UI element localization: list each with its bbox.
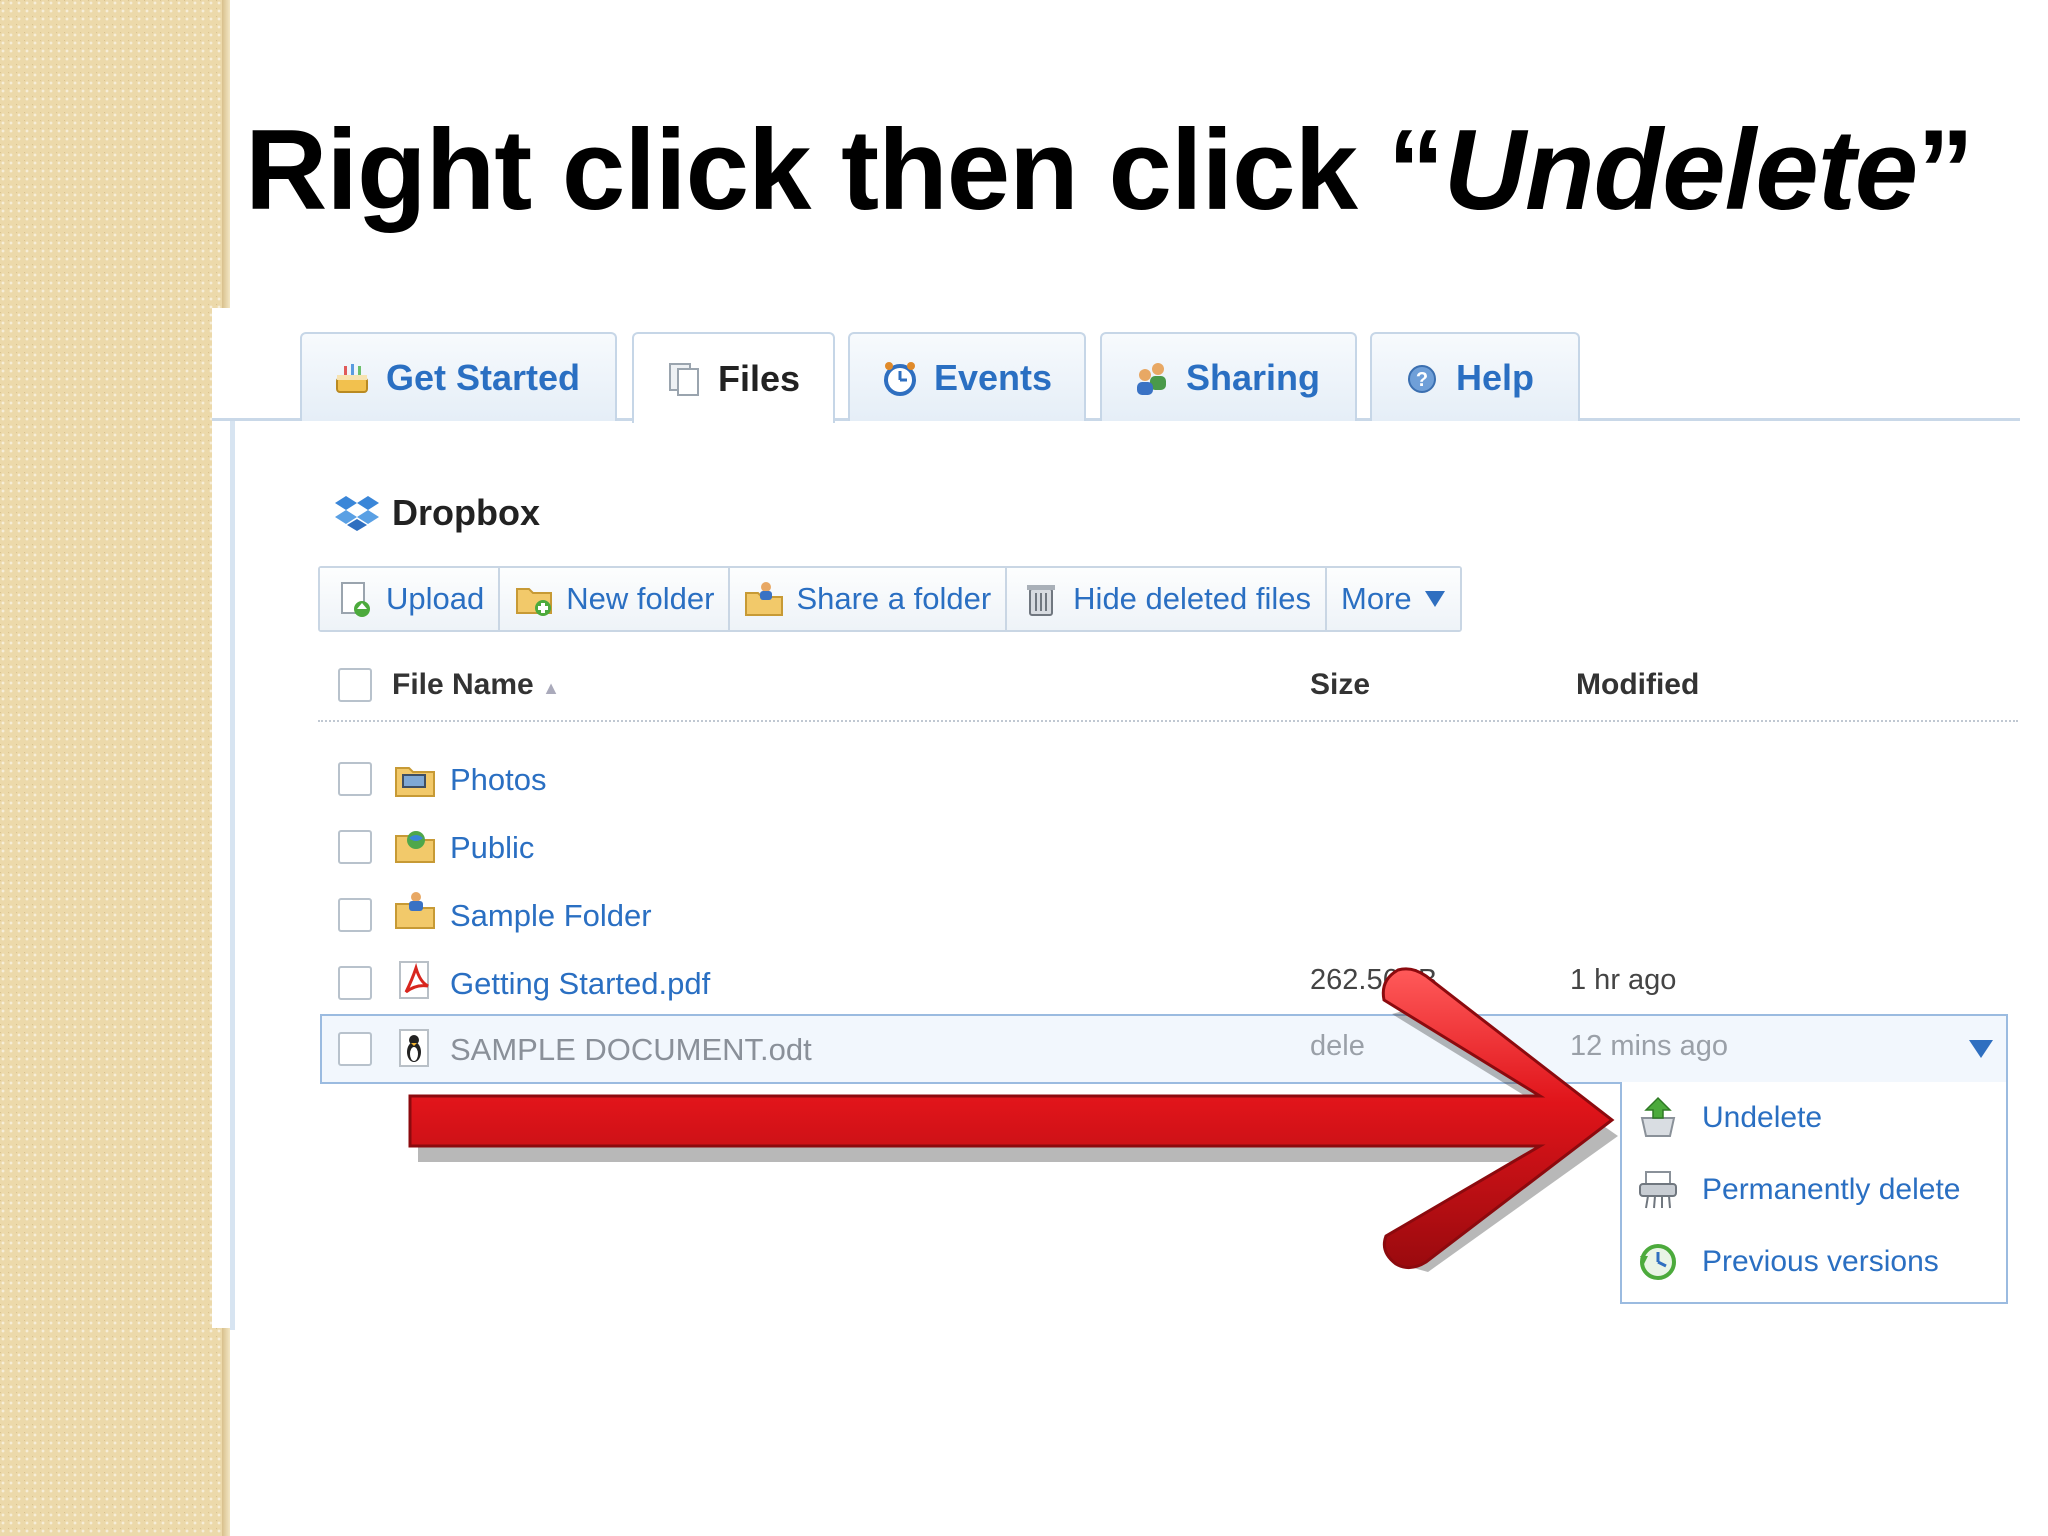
file-modified: 1 hr ago xyxy=(1570,964,1677,996)
shredder-icon xyxy=(1639,1171,1677,1209)
clock-icon xyxy=(884,361,916,396)
header-divider xyxy=(318,720,2018,722)
hide-deleted-label: Hide deleted files xyxy=(1073,581,1311,616)
selected-table-row[interactable]: SAMPLE DOCUMENT.odt dele 12 mins ago xyxy=(320,1014,2008,1084)
more-dropdown[interactable]: More xyxy=(1327,568,1460,630)
slide-title: Right click then click “Undelete” xyxy=(245,107,1974,234)
cake-icon xyxy=(336,363,368,393)
more-label: More xyxy=(1341,581,1412,616)
tab-files[interactable]: Files xyxy=(632,332,835,423)
upload-label: Upload xyxy=(386,581,485,616)
size-column-header[interactable]: Size xyxy=(1310,668,1370,718)
trash-icon xyxy=(1027,585,1056,616)
tab-help[interactable]: ? Help xyxy=(1370,332,1580,421)
file-name-link[interactable]: Photos xyxy=(450,762,547,798)
file-name-link[interactable]: Public xyxy=(450,830,534,866)
odt-icon xyxy=(399,1029,429,1067)
previous-versions-label: Previous versions xyxy=(1702,1245,1939,1278)
row-checkbox[interactable] xyxy=(338,898,372,932)
row-checkbox[interactable] xyxy=(338,762,372,796)
file-name-link[interactable]: Getting Started.pdf xyxy=(450,966,710,1002)
share-folder-icon xyxy=(745,582,784,616)
pdf-icon xyxy=(399,961,429,999)
undelete-label: Undelete xyxy=(1702,1101,1823,1134)
permanently-delete-menu-item[interactable]: Permanently delete xyxy=(1636,1168,1961,1212)
tab-label: Sharing xyxy=(1186,356,1321,398)
file-name-link[interactable]: Sample Folder xyxy=(450,898,652,934)
previous-versions-menu-item[interactable]: Previous versions xyxy=(1636,1240,1939,1284)
row-checkbox[interactable] xyxy=(338,830,372,864)
file-toolbar: Upload New folder Share a folder Hide de… xyxy=(318,566,1462,632)
file-modified: 12 mins ago xyxy=(1570,1030,1728,1062)
hide-deleted-files-button[interactable]: Hide deleted files xyxy=(1007,568,1327,630)
file-size: 262.56KB xyxy=(1310,964,1438,996)
share-folder-label: Share a folder xyxy=(796,581,992,616)
history-icon xyxy=(1640,1244,1676,1280)
tab-get-started[interactable]: Get Started xyxy=(300,332,617,421)
decorative-side-strip xyxy=(0,0,228,1536)
photo-folder-icon xyxy=(395,767,435,797)
undelete-icon xyxy=(1640,1096,1676,1137)
dropbox-icon xyxy=(335,496,379,531)
tab-label: Get Started xyxy=(386,356,581,398)
svg-text:?: ? xyxy=(1416,369,1428,391)
breadcrumb-label: Dropbox xyxy=(392,492,540,533)
share-folder-button[interactable]: Share a folder xyxy=(730,568,1008,630)
panel-left-border xyxy=(230,420,235,1330)
sort-ascending-icon: ▲ xyxy=(542,678,560,698)
row-menu-chevron-icon[interactable] xyxy=(1968,1038,1994,1060)
public-folder-icon xyxy=(395,831,435,863)
upload-button[interactable]: Upload xyxy=(320,568,501,630)
row-checkbox[interactable] xyxy=(338,966,372,1000)
people-icon xyxy=(1137,362,1166,395)
files-icon xyxy=(669,362,699,396)
undelete-menu-item[interactable]: Undelete xyxy=(1636,1096,1822,1140)
new-folder-label: New folder xyxy=(566,581,715,616)
help-icon: ? xyxy=(1408,364,1436,393)
tab-sharing[interactable]: Sharing xyxy=(1100,332,1357,421)
row-checkbox[interactable] xyxy=(338,1032,372,1066)
modified-column-header[interactable]: Modified xyxy=(1576,668,1699,718)
tab-label: Help xyxy=(1456,356,1535,398)
tab-label: Files xyxy=(718,357,801,399)
tab-events[interactable]: Events xyxy=(848,332,1086,421)
select-all-checkbox[interactable] xyxy=(338,668,372,702)
chevron-down-icon xyxy=(1424,591,1445,607)
context-menu: Undelete Permanently delete Previous ver… xyxy=(1620,1082,2008,1304)
permanently-delete-label: Permanently delete xyxy=(1702,1173,1961,1206)
file-size: dele xyxy=(1310,1030,1365,1062)
upload-icon xyxy=(341,582,370,617)
shared-folder-icon xyxy=(395,892,435,929)
file-name-column-header[interactable]: File Name ▲ xyxy=(392,668,560,718)
deleted-file-name[interactable]: SAMPLE DOCUMENT.odt xyxy=(450,1032,812,1068)
tab-label: Events xyxy=(934,356,1053,398)
new-folder-button[interactable]: New folder xyxy=(500,568,731,630)
breadcrumb[interactable]: Dropbox xyxy=(334,492,540,534)
new-folder-icon xyxy=(516,588,553,616)
